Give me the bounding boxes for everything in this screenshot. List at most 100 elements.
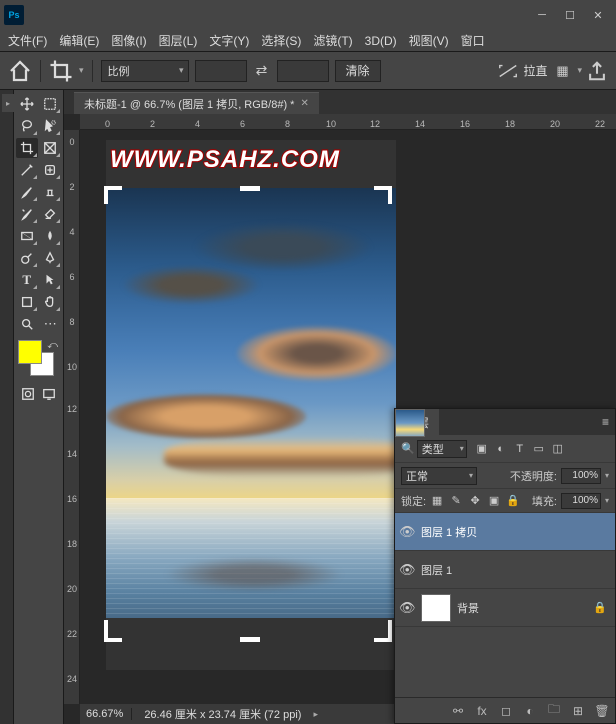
crop-width-input[interactable] [195,60,247,82]
app-logo: Ps [4,5,24,25]
blend-mode-select[interactable]: 正常 [401,467,477,485]
path-select-tool[interactable] [40,270,62,290]
visibility-toggle[interactable]: 👁 [399,562,415,578]
healing-brush-tool[interactable] [40,160,62,180]
zoom-level[interactable]: 66.67% [86,708,132,720]
ruler-horizontal[interactable]: 0 2 4 6 8 10 12 14 16 18 20 22 [80,114,616,130]
menu-filter[interactable]: 滤镜(T) [307,30,358,51]
crop-tool-icon[interactable] [49,59,73,83]
filter-pixel-icon[interactable]: ▣ [475,442,489,456]
gradient-tool[interactable] [16,226,38,246]
fill-value[interactable]: 100% [561,493,601,509]
clear-button[interactable]: 清除 [335,60,381,82]
menu-edit[interactable]: 编辑(E) [53,30,105,51]
layer-filter-select[interactable]: 类型 [417,440,467,458]
layer-group-icon[interactable]: 🗀 [545,702,563,720]
delete-layer-icon[interactable]: 🗑 [593,702,611,720]
visibility-toggle[interactable]: 👁 [399,524,415,540]
dodge-tool[interactable] [16,248,38,268]
layer-style-icon[interactable]: fx [473,702,491,720]
menu-window[interactable]: 窗口 [455,30,491,51]
move-tool[interactable] [16,94,38,114]
overlay-options-icon[interactable]: ▦ [551,60,573,82]
crop-tool[interactable] [16,138,38,158]
marquee-tool[interactable] [40,94,62,114]
crop-handle-top[interactable] [240,186,260,191]
straighten-icon[interactable] [497,60,519,82]
brush-tool[interactable] [16,182,38,202]
home-icon[interactable] [8,59,32,83]
filter-adjust-icon[interactable]: ◐ [494,442,508,456]
menu-file[interactable]: 文件(F) [2,30,53,51]
edit-toolbar[interactable]: ⋯ [40,314,62,334]
layer-thumb[interactable] [421,594,451,622]
lock-all-icon[interactable]: 🔒 [506,494,520,508]
lock-position-icon[interactable]: ✥ [468,494,482,508]
adjustment-layer-icon[interactable]: ◐ [521,702,539,720]
lock-icon: 🔒 [593,601,611,614]
layer-mask-icon[interactable]: ◻ [497,702,515,720]
filter-shape-icon[interactable]: ▭ [532,442,546,456]
pen-tool[interactable] [40,248,62,268]
layer-row[interactable]: 👁 背景 🔒 [395,589,615,627]
lock-transparency-icon[interactable]: ▦ [430,494,444,508]
hand-tool[interactable] [40,292,62,312]
layer-list: 👁 图层 1 拷贝 👁 图层 1 👁 背景 🔒 [395,513,615,627]
blur-tool[interactable] [40,226,62,246]
lasso-tool[interactable] [16,116,38,136]
shape-tool[interactable] [16,292,38,312]
quick-select-tool[interactable] [40,116,62,136]
history-brush-tool[interactable] [16,204,38,224]
layer-name[interactable]: 背景 [457,600,479,616]
menu-view[interactable]: 视图(V) [403,30,455,51]
swap-dimensions-icon[interactable]: ⇄ [253,62,271,80]
dock-collapse-icon[interactable]: ▸ [2,94,14,112]
eraser-tool[interactable] [40,204,62,224]
foreground-color[interactable] [18,340,42,364]
link-layers-icon[interactable]: ⚯ [449,702,467,720]
crop-handle-bottom[interactable] [240,637,260,642]
share-icon[interactable] [586,60,608,82]
layer-name[interactable]: 图层 1 拷贝 [421,524,477,540]
new-layer-icon[interactable]: ⊞ [569,702,587,720]
color-swatch[interactable]: ⤺ [18,340,60,376]
layer-name[interactable]: 图层 1 [421,562,452,578]
zoom-tool[interactable] [16,314,38,334]
crop-handle-bl[interactable] [104,638,122,642]
status-caret-icon[interactable]: ▸ [313,709,318,720]
screen-mode-icon[interactable] [40,384,60,404]
lock-artboard-icon[interactable]: ▣ [487,494,501,508]
menu-image[interactable]: 图像(I) [105,30,152,51]
menu-3d[interactable]: 3D(D) [359,32,403,50]
crop-height-input[interactable] [277,60,329,82]
menu-select[interactable]: 选择(S) [255,30,307,51]
clone-stamp-tool[interactable] [40,182,62,202]
opacity-label: 不透明度: [510,468,557,484]
swap-colors-icon[interactable]: ⤺ [47,340,58,351]
menu-layer[interactable]: 图层(L) [153,30,204,51]
image-canvas[interactable] [106,188,396,618]
window-close[interactable]: ✕ [584,0,612,30]
menu-type[interactable]: 文字(Y) [203,30,255,51]
layer-thumb[interactable] [395,409,425,437]
window-minimize[interactable]: ─ [528,0,556,30]
visibility-toggle[interactable]: 👁 [399,600,415,616]
crop-handle-br[interactable] [374,638,392,642]
layer-row[interactable]: 👁 图层 1 拷贝 [395,513,615,551]
close-tab-icon[interactable]: ✕ [300,98,308,109]
lock-pixels-icon[interactable]: ✎ [449,494,463,508]
frame-tool[interactable] [40,138,62,158]
opacity-value[interactable]: 100% [561,468,601,484]
ruler-vertical[interactable]: 0 2 4 6 8 10 12 14 16 18 20 22 24 [64,130,80,704]
crop-ratio-select[interactable]: 比例 [101,60,189,82]
panel-menu-icon[interactable]: ≡ [596,415,615,429]
filter-smart-icon[interactable]: ◫ [551,442,565,456]
quick-mask-icon[interactable] [18,384,38,404]
fill-label: 填充: [532,493,557,509]
window-maximize[interactable]: ☐ [556,0,584,30]
layer-row[interactable]: 👁 图层 1 [395,551,615,589]
document-tab[interactable]: 未标题-1 @ 66.7% (图层 1 拷贝, RGB/8#) * ✕ [74,92,319,114]
eyedropper-tool[interactable] [16,160,38,180]
filter-type-icon[interactable]: T [513,442,527,456]
type-tool[interactable]: T [16,270,38,290]
